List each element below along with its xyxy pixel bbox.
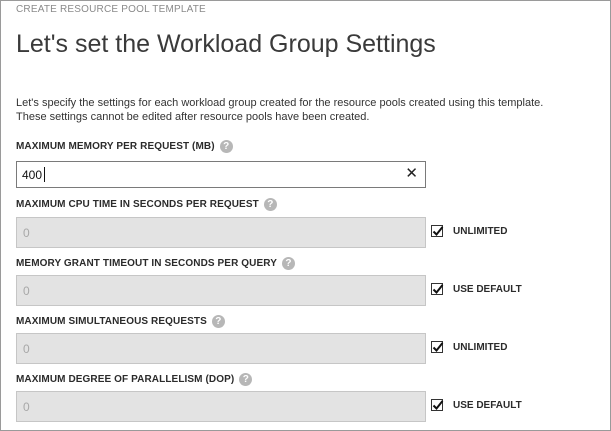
- help-icon[interactable]: ?: [211, 315, 225, 328]
- max-memory-input[interactable]: 400 ✕: [16, 161, 426, 188]
- max-requests-label: MAXIMUM SIMULTANEOUS REQUESTS ?: [16, 315, 225, 328]
- max-memory-label: MAXIMUM MEMORY PER REQUEST (MB) ?: [16, 140, 233, 153]
- checkmark-icon: [432, 284, 444, 294]
- dialog-window: CREATE RESOURCE POOL TEMPLATE Let's set …: [0, 0, 611, 431]
- max-dop-label: MAXIMUM DEGREE OF PARALLELISM (DOP) ?: [16, 373, 253, 386]
- grant-timeout-default-checkbox[interactable]: USE DEFAULT: [431, 283, 522, 295]
- max-requests-label-text: MAXIMUM SIMULTANEOUS REQUESTS: [16, 316, 207, 327]
- max-cpu-checkbox-label[interactable]: UNLIMITED: [453, 226, 507, 237]
- max-dop-label-text: MAXIMUM DEGREE OF PARALLELISM (DOP): [16, 374, 235, 385]
- max-dop-default-checkbox[interactable]: USE DEFAULT: [431, 399, 522, 411]
- checkbox-checked[interactable]: [431, 399, 444, 411]
- checkbox-checked[interactable]: [431, 225, 444, 237]
- max-cpu-unlimited-checkbox[interactable]: UNLIMITED: [431, 225, 507, 237]
- grant-timeout-input: 0: [16, 275, 426, 306]
- max-cpu-value: 0: [23, 226, 30, 240]
- help-icon[interactable]: ?: [219, 140, 233, 153]
- checkmark-icon: [432, 342, 444, 352]
- checkbox-checked[interactable]: [431, 283, 444, 295]
- max-dop-value: 0: [23, 400, 30, 414]
- help-icon[interactable]: ?: [263, 198, 277, 211]
- max-memory-value[interactable]: 400: [22, 168, 42, 182]
- checkmark-icon: [432, 226, 444, 236]
- help-icon[interactable]: ?: [281, 257, 295, 270]
- description-line: Let's specify the settings for each work…: [16, 97, 544, 109]
- max-cpu-label: MAXIMUM CPU TIME IN SECONDS PER REQUEST …: [16, 198, 277, 211]
- grant-timeout-label-text: MEMORY GRANT TIMEOUT IN SECONDS PER QUER…: [16, 258, 277, 269]
- max-dop-checkbox-label[interactable]: USE DEFAULT: [453, 400, 522, 411]
- page-description: Let's specify the settings for each work…: [16, 96, 601, 124]
- grant-timeout-value: 0: [23, 284, 30, 298]
- grant-timeout-label: MEMORY GRANT TIMEOUT IN SECONDS PER QUER…: [16, 257, 295, 270]
- max-memory-label-text: MAXIMUM MEMORY PER REQUEST (MB): [16, 141, 215, 152]
- checkmark-icon: [432, 400, 444, 410]
- description-line: These settings cannot be edited after re…: [16, 111, 370, 123]
- clear-icon[interactable]: ✕: [405, 165, 418, 183]
- checkbox-checked[interactable]: [431, 341, 444, 353]
- max-dop-input: 0: [16, 391, 426, 422]
- max-cpu-input: 0: [16, 217, 426, 248]
- max-requests-unlimited-checkbox[interactable]: UNLIMITED: [431, 341, 507, 353]
- max-requests-value: 0: [23, 342, 30, 356]
- text-caret: [44, 167, 45, 182]
- max-requests-checkbox-label[interactable]: UNLIMITED: [453, 342, 507, 353]
- max-requests-input: 0: [16, 333, 426, 364]
- page-title: Let's set the Workload Group Settings: [16, 30, 436, 58]
- max-cpu-label-text: MAXIMUM CPU TIME IN SECONDS PER REQUEST: [16, 199, 259, 210]
- wizard-label: CREATE RESOURCE POOL TEMPLATE: [16, 4, 206, 15]
- help-icon[interactable]: ?: [239, 373, 253, 386]
- grant-timeout-checkbox-label[interactable]: USE DEFAULT: [453, 284, 522, 295]
